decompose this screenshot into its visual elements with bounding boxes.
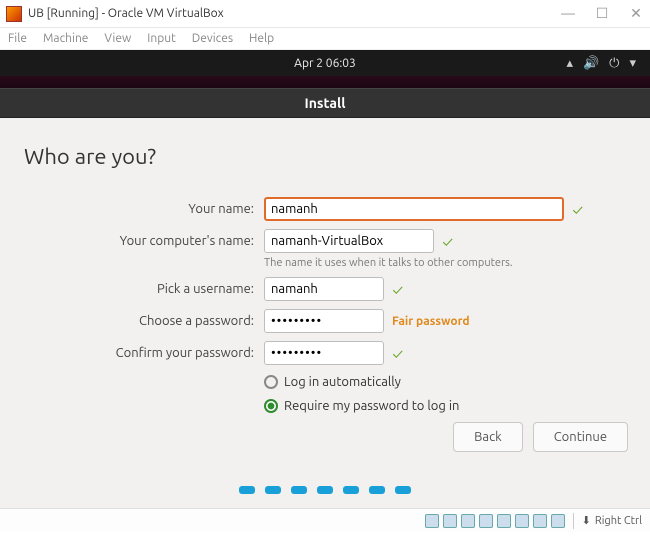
continue-button[interactable]: Continue (533, 422, 628, 452)
menu-devices[interactable]: Devices (192, 32, 233, 45)
desktop-strip (0, 76, 650, 88)
page-heading: Who are you? (24, 144, 626, 169)
installer-content: Who are you? Your name: ✓ Your computer'… (0, 118, 650, 508)
vbox-statusbar: ⬇ Right Ctrl (0, 508, 650, 532)
window-controls: — ☐ ✕ (560, 5, 644, 22)
confirm-password-input[interactable] (264, 341, 384, 365)
hostkey-label: Right Ctrl (595, 515, 642, 527)
tray-caret-icon[interactable]: ▾ (629, 56, 636, 71)
user-form: Your name: ✓ Your computer's name: ✓ The… (24, 197, 626, 413)
password-strength: Fair password (392, 315, 470, 328)
status-record-icon[interactable] (551, 514, 565, 528)
radio-require-label: Require my password to log in (284, 399, 459, 413)
gnome-top-bar: Apr 2 06:03 ▴ 🔊 ⏻ ▾ (0, 50, 650, 76)
system-tray[interactable]: ▴ 🔊 ⏻ ▾ (566, 56, 650, 71)
check-icon: ✓ (572, 201, 583, 218)
volume-icon[interactable]: 🔊 (583, 56, 599, 71)
status-usb-icon[interactable] (497, 514, 511, 528)
network-icon[interactable]: ▴ (566, 56, 573, 71)
status-shared-icon[interactable] (515, 514, 529, 528)
label-name: Your name: (24, 202, 254, 216)
installer-titlebar: Install (0, 88, 650, 118)
nav-buttons: Back Continue (453, 422, 628, 452)
computer-name-hint: The name it uses when it talks to other … (264, 257, 626, 269)
clock[interactable]: Apr 2 06:03 (294, 57, 356, 70)
status-optical-icon[interactable] (443, 514, 457, 528)
status-display-icon[interactable] (533, 514, 547, 528)
menu-help[interactable]: Help (249, 32, 274, 45)
status-audio-icon[interactable] (461, 514, 475, 528)
menu-input[interactable]: Input (147, 32, 176, 45)
radio-auto-login[interactable]: Log in automatically (264, 375, 626, 389)
computer-name-input[interactable] (264, 229, 434, 253)
progress-dots (239, 486, 411, 494)
menu-machine[interactable]: Machine (43, 32, 88, 45)
hostkey-icon: ⬇ (582, 514, 591, 527)
radio-auto-label: Log in automatically (284, 375, 401, 389)
password-input[interactable] (264, 309, 384, 333)
window-title: UB [Running] - Oracle VM VirtualBox (28, 7, 224, 20)
vbox-menubar: File Machine View Input Devices Help (0, 28, 650, 50)
virtualbox-icon (6, 6, 22, 22)
status-network-icon[interactable] (479, 514, 493, 528)
label-password: Choose a password: (24, 314, 254, 328)
menu-file[interactable]: File (8, 32, 27, 45)
maximize-button[interactable]: ☐ (594, 5, 610, 22)
check-icon: ✓ (442, 233, 453, 250)
check-icon: ✓ (392, 345, 403, 362)
menu-view[interactable]: View (104, 32, 131, 45)
installer-title: Install (305, 95, 346, 111)
close-button[interactable]: ✕ (628, 5, 644, 22)
radio-icon (264, 375, 278, 389)
name-input[interactable] (264, 197, 564, 221)
vbox-titlebar: UB [Running] - Oracle VM VirtualBox — ☐ … (0, 0, 650, 28)
power-icon[interactable]: ⏻ (609, 56, 619, 71)
label-username: Pick a username: (24, 282, 254, 296)
label-computer: Your computer's name: (24, 234, 254, 248)
minimize-button[interactable]: — (560, 5, 576, 22)
radio-selected-icon (264, 399, 278, 413)
username-input[interactable] (264, 277, 384, 301)
back-button[interactable]: Back (453, 422, 523, 452)
radio-require-password[interactable]: Require my password to log in (264, 399, 626, 413)
check-icon: ✓ (392, 281, 403, 298)
label-confirm: Confirm your password: (24, 346, 254, 360)
status-hdd-icon[interactable] (425, 514, 439, 528)
